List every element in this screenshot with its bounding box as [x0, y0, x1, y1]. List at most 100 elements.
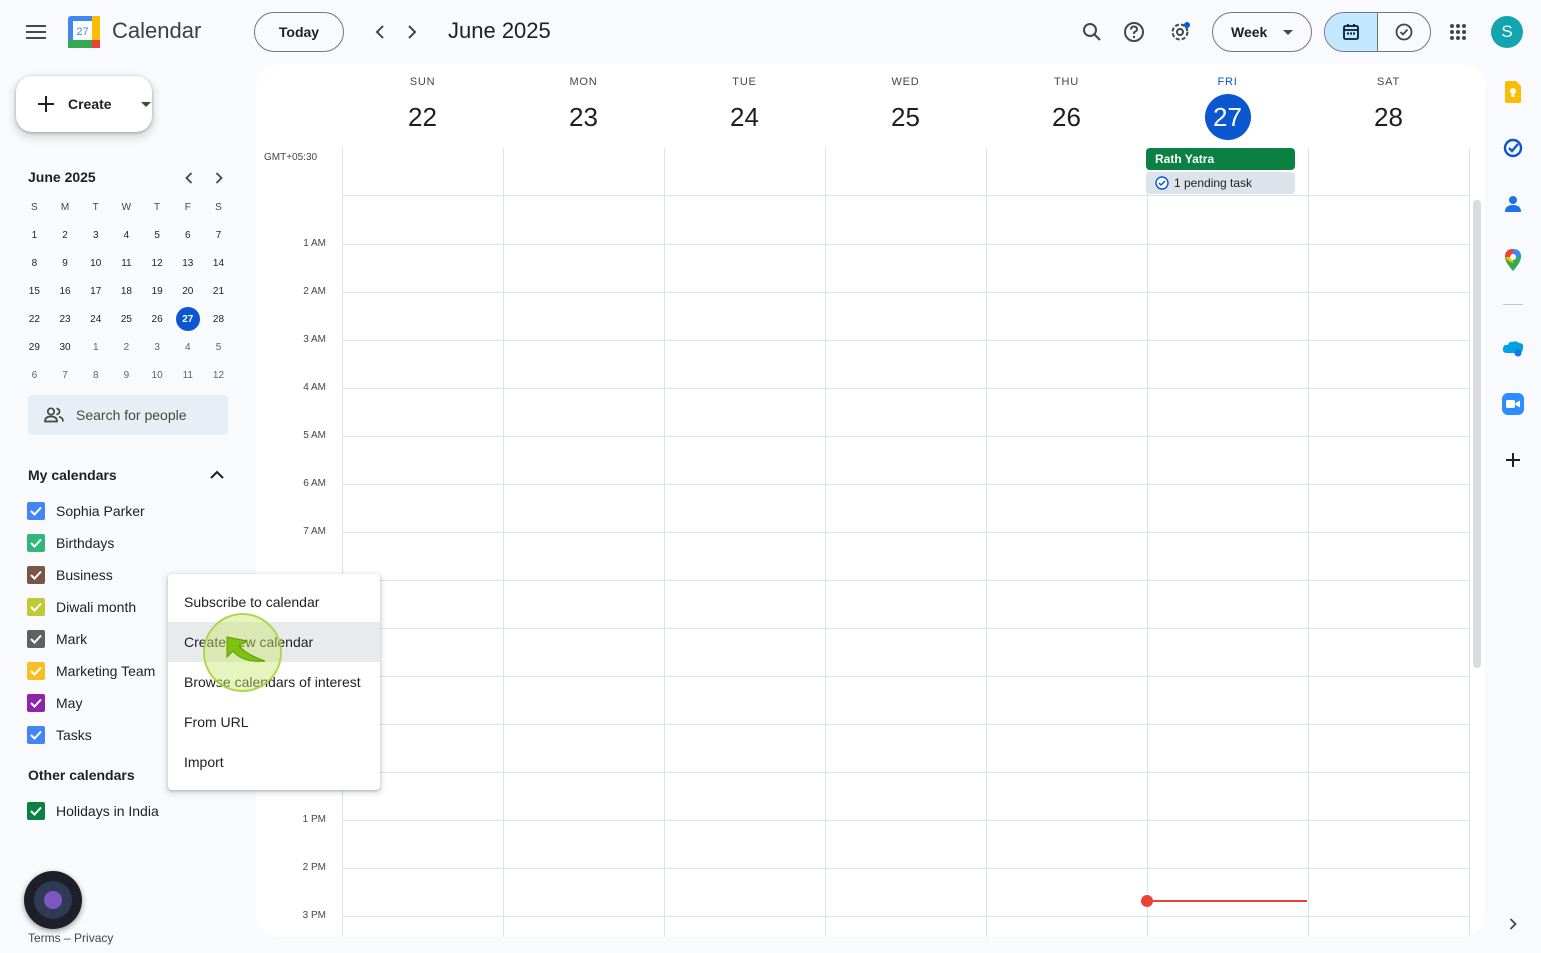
calendar-item[interactable]: Tasks [27, 725, 92, 745]
mini-calendar-day[interactable]: 25 [111, 305, 142, 333]
mini-calendar-day[interactable]: 27 [172, 305, 203, 333]
calendar-item[interactable]: Business [27, 565, 113, 585]
help-button[interactable] [1114, 12, 1154, 52]
mini-calendar-day[interactable]: 22 [19, 305, 50, 333]
day-number[interactable]: 27 [1204, 94, 1251, 140]
mini-calendar-day[interactable]: 8 [19, 249, 50, 277]
account-avatar[interactable]: S [1491, 16, 1523, 48]
keep-app-button[interactable] [1499, 78, 1527, 106]
mini-calendar-day[interactable]: 30 [50, 333, 81, 361]
all-day-row[interactable] [342, 148, 1469, 196]
mini-calendar-day[interactable]: 23 [50, 305, 81, 333]
mini-calendar-day[interactable]: 15 [19, 277, 50, 305]
tasks-view-toggle[interactable] [1378, 13, 1430, 51]
mini-calendar-day[interactable]: 14 [203, 249, 234, 277]
settings-button[interactable] [1160, 12, 1200, 52]
privacy-link[interactable]: Privacy [74, 931, 113, 945]
mini-calendar-day[interactable]: 20 [172, 277, 203, 305]
mini-calendar-next-button[interactable] [208, 167, 230, 189]
salesforce-app-button[interactable] [1499, 334, 1527, 362]
mini-calendar-day[interactable]: 6 [19, 361, 50, 389]
today-button[interactable]: Today [254, 12, 344, 52]
calendar-checkbox[interactable] [27, 694, 45, 712]
mini-calendar-day[interactable]: 21 [203, 277, 234, 305]
day-header[interactable]: SAT 28 [1308, 64, 1469, 148]
mini-calendar-day[interactable]: 3 [80, 221, 111, 249]
mini-calendar-day[interactable]: 13 [172, 249, 203, 277]
search-button[interactable] [1072, 12, 1112, 52]
mini-calendar-day[interactable]: 4 [172, 333, 203, 361]
get-addons-button[interactable] [1499, 446, 1527, 474]
tasks-app-button[interactable] [1499, 134, 1527, 162]
menu-item[interactable]: From URL [168, 702, 380, 742]
mini-calendar-day[interactable]: 6 [172, 221, 203, 249]
mini-calendar-prev-button[interactable] [178, 167, 200, 189]
mini-calendar-day[interactable]: 4 [111, 221, 142, 249]
mini-calendar-day[interactable]: 18 [111, 277, 142, 305]
mini-calendar-day[interactable]: 17 [80, 277, 111, 305]
mini-calendar-day[interactable]: 12 [203, 361, 234, 389]
calendar-item[interactable]: Birthdays [27, 533, 114, 553]
zoom-app-button[interactable] [1499, 390, 1527, 418]
main-menu-button[interactable] [16, 12, 56, 52]
google-apps-button[interactable] [1438, 12, 1478, 52]
mini-calendar-day[interactable]: 24 [80, 305, 111, 333]
mini-calendar-day[interactable]: 28 [203, 305, 234, 333]
all-day-event[interactable]: Rath Yatra [1146, 148, 1295, 170]
mini-calendar-day[interactable]: 9 [50, 249, 81, 277]
menu-item[interactable]: Import [168, 742, 380, 782]
mini-calendar-day[interactable]: 11 [172, 361, 203, 389]
calendar-checkbox[interactable] [27, 598, 45, 616]
mini-calendar-day[interactable]: 10 [142, 361, 173, 389]
pending-task-chip[interactable]: 1 pending task [1146, 172, 1295, 194]
mini-calendar-day[interactable]: 7 [50, 361, 81, 389]
calendar-checkbox[interactable] [27, 502, 45, 520]
expand-side-panel-button[interactable] [1499, 910, 1527, 938]
calendar-checkbox[interactable] [27, 726, 45, 744]
chevron-up-icon[interactable] [208, 466, 226, 484]
mini-calendar-day[interactable]: 12 [142, 249, 173, 277]
calendar-item[interactable]: May [27, 693, 82, 713]
week-scrollbar[interactable] [1473, 200, 1481, 668]
maps-app-button[interactable] [1499, 246, 1527, 274]
day-number[interactable]: 25 [883, 94, 929, 140]
mini-calendar-day[interactable]: 1 [19, 221, 50, 249]
day-number[interactable]: 26 [1044, 94, 1090, 140]
create-button[interactable]: Create [16, 76, 152, 132]
calendar-item[interactable]: Holidays in India [27, 801, 159, 821]
search-people-field[interactable]: Search for people [28, 395, 228, 435]
contacts-app-button[interactable] [1499, 190, 1527, 218]
previous-week-button[interactable] [364, 16, 396, 48]
mini-calendar-day[interactable]: 5 [203, 333, 234, 361]
calendar-view-toggle[interactable] [1325, 13, 1378, 51]
next-week-button[interactable] [396, 16, 428, 48]
calendar-checkbox[interactable] [27, 534, 45, 552]
my-calendars-heading[interactable]: My calendars [28, 467, 117, 483]
mini-calendar-day[interactable]: 16 [50, 277, 81, 305]
mini-calendar-day[interactable]: 8 [80, 361, 111, 389]
terms-link[interactable]: Terms [28, 931, 61, 945]
day-number[interactable]: 23 [561, 94, 607, 140]
day-number[interactable]: 24 [722, 94, 768, 140]
calendar-checkbox[interactable] [27, 630, 45, 648]
day-number[interactable]: 22 [400, 94, 446, 140]
mini-calendar-day[interactable]: 19 [142, 277, 173, 305]
calendar-checkbox[interactable] [27, 802, 45, 820]
mini-calendar-day[interactable]: 9 [111, 361, 142, 389]
calendar-item[interactable]: Diwali month [27, 597, 136, 617]
mini-calendar-day[interactable]: 5 [142, 221, 173, 249]
day-header[interactable]: FRI 27 [1147, 64, 1308, 148]
day-header[interactable]: TUE 24 [664, 64, 825, 148]
calendar-item[interactable]: Marketing Team [27, 661, 155, 681]
mini-calendar-day[interactable]: 1 [80, 333, 111, 361]
mini-calendar-day[interactable]: 2 [111, 333, 142, 361]
day-number[interactable]: 28 [1366, 94, 1412, 140]
view-selector[interactable]: Week [1212, 12, 1312, 52]
mini-calendar-day[interactable]: 2 [50, 221, 81, 249]
calendar-item[interactable]: Mark [27, 629, 87, 649]
calendar-checkbox[interactable] [27, 566, 45, 584]
mini-calendar-day[interactable]: 26 [142, 305, 173, 333]
calendar-item[interactable]: Sophia Parker [27, 501, 145, 521]
day-header[interactable]: SUN 22 [342, 64, 503, 148]
mini-calendar-day[interactable]: 3 [142, 333, 173, 361]
